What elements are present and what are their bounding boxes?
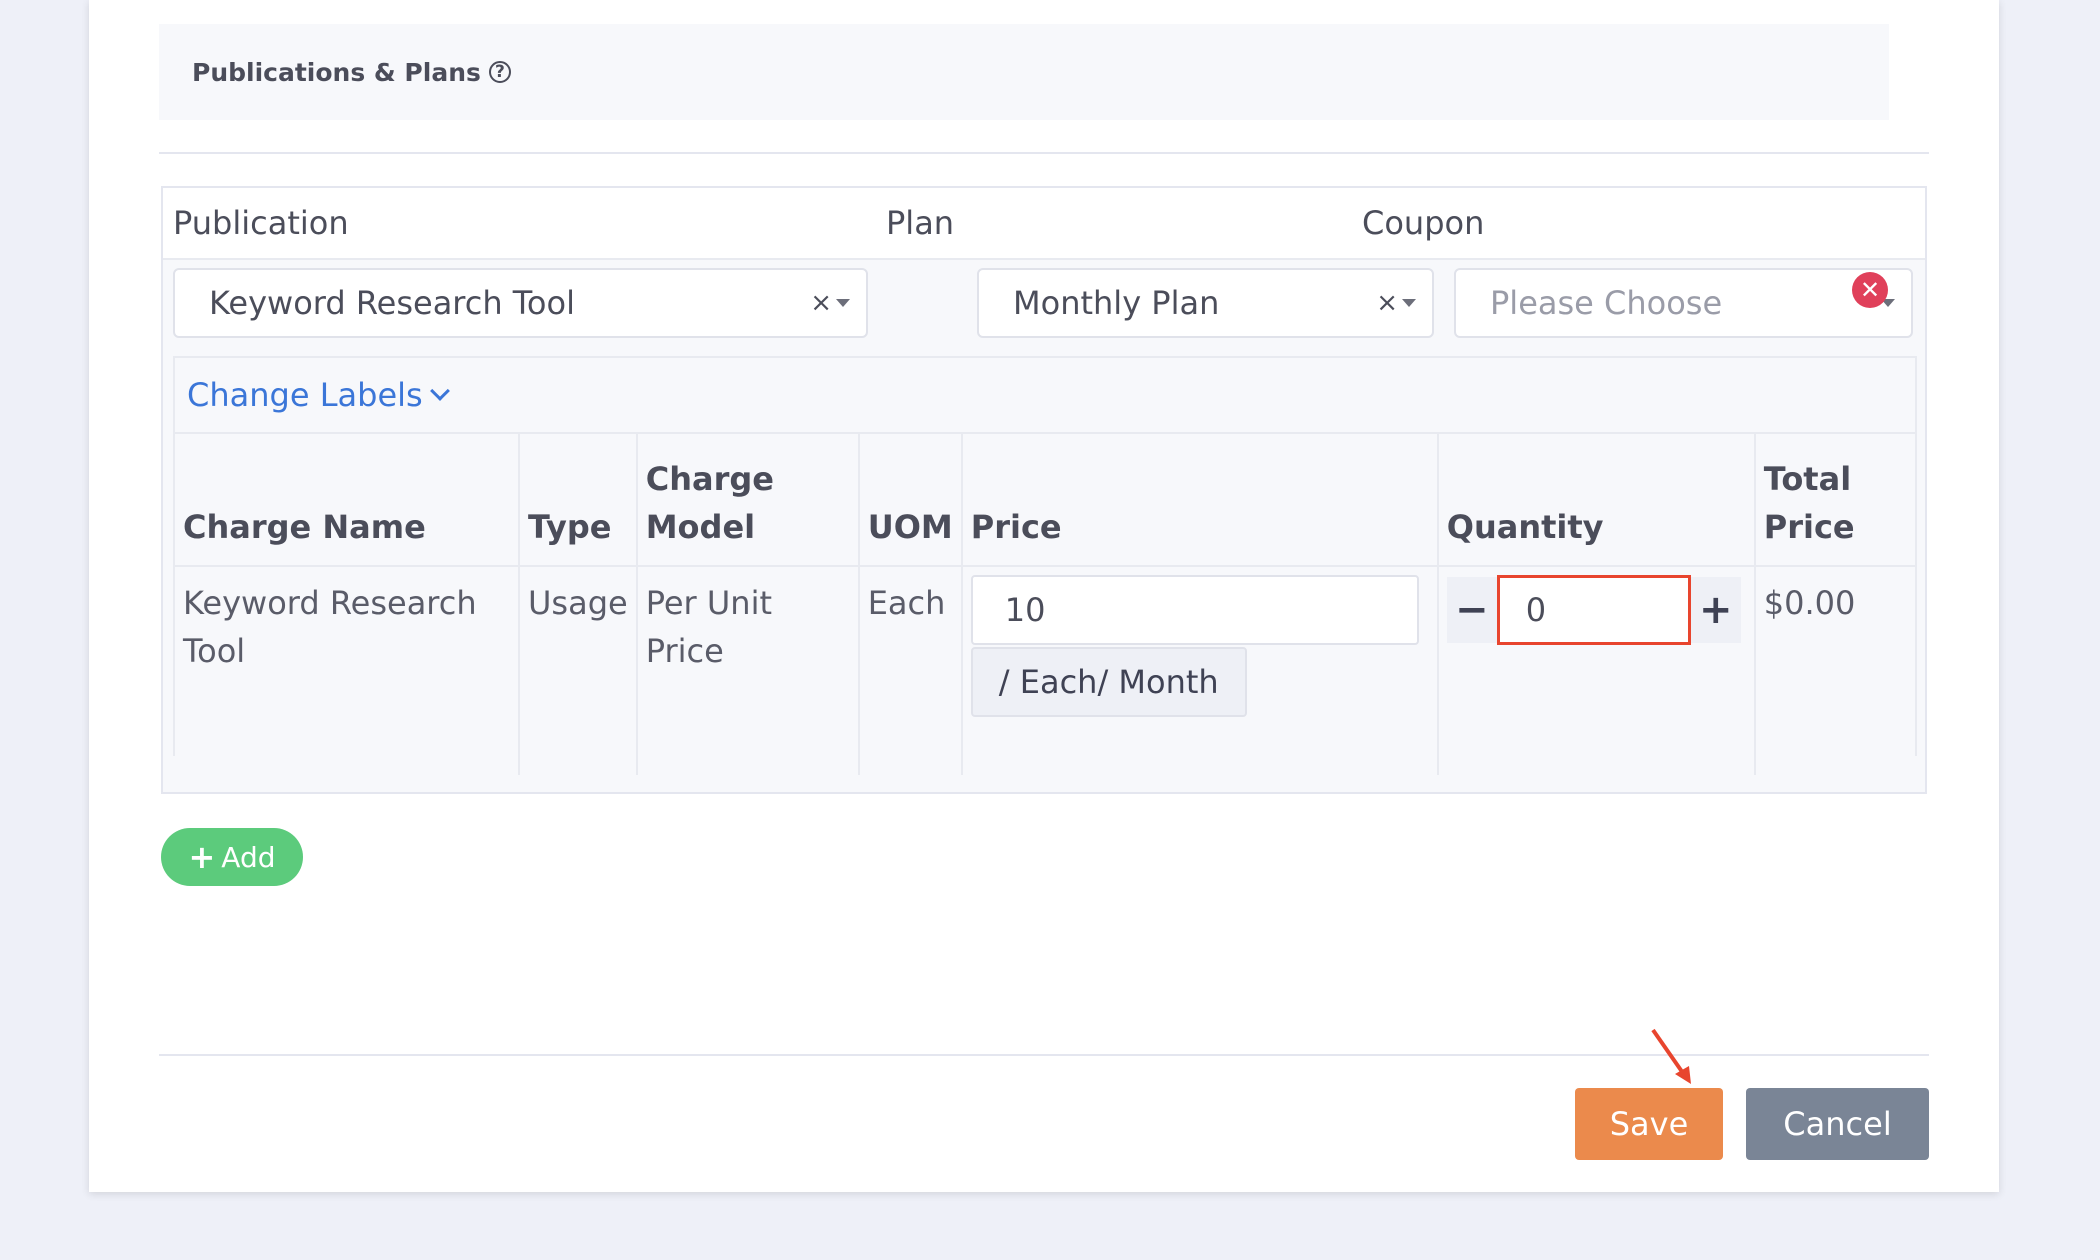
charge-name-cell: Keyword Research Tool	[175, 565, 519, 775]
chevron-down-icon	[429, 381, 450, 401]
charge-model-header: Charge Model	[635, 432, 859, 566]
quantity-cell: − 0 +	[1436, 565, 1755, 775]
publication-select-value: Keyword Research Tool	[209, 284, 575, 322]
uom-cell: Each	[857, 565, 962, 775]
plan-select-value: Monthly Plan	[1013, 284, 1220, 322]
coupon-select[interactable]: Please Choose	[1454, 268, 1913, 338]
price-header: Price	[960, 432, 1438, 566]
change-labels-text: Change Labels	[187, 376, 423, 414]
coupon-label: Coupon	[1362, 204, 1485, 242]
plan-clear-icon[interactable]: ×	[1376, 288, 1398, 318]
price-unit-label: / Each/ Month	[970, 647, 1247, 717]
remove-row-icon[interactable]: ✕	[1852, 272, 1888, 308]
cancel-button[interactable]: Cancel	[1746, 1088, 1929, 1160]
charges-box: Change Labels Charge Name Type Charge Mo…	[173, 356, 1917, 775]
save-button[interactable]: Save	[1575, 1088, 1723, 1160]
publication-label: Publication	[173, 204, 349, 242]
divider-top	[159, 152, 1929, 154]
publication-clear-icon[interactable]: ×	[810, 288, 832, 318]
add-button[interactable]: + Add	[161, 828, 303, 886]
minus-icon[interactable]: −	[1446, 577, 1497, 643]
uom-header: UOM	[857, 432, 962, 566]
quantity-input[interactable]: 0	[1496, 575, 1691, 645]
type-cell: Usage	[518, 565, 637, 775]
section-header: Publications & Plans ?	[159, 24, 1889, 120]
charge-name-header: Charge Name	[175, 432, 519, 566]
plus-icon[interactable]: +	[1690, 577, 1741, 643]
total-price-cell: $0.00	[1753, 565, 1915, 775]
charge-model-cell: Per Unit Price	[635, 565, 859, 775]
publication-select[interactable]: Keyword Research Tool ×	[173, 268, 868, 338]
change-labels-link[interactable]: Change Labels	[187, 376, 450, 414]
chevron-down-icon[interactable]	[1402, 299, 1416, 307]
pointer-arrow-icon	[1651, 1028, 1691, 1084]
plan-select[interactable]: Monthly Plan ×	[977, 268, 1434, 338]
section-title-text: Publications & Plans	[192, 57, 481, 87]
plus-icon: +	[188, 838, 216, 876]
add-button-label: Add	[221, 840, 276, 874]
table-row: Keyword Research Tool Usage Per Unit Pri…	[175, 565, 1915, 775]
publication-row-box: Publication Plan Coupon Keyword Research…	[161, 186, 1927, 794]
table-header-row: Charge Name Type Charge Model UOM Price …	[175, 432, 1915, 566]
type-header: Type	[518, 432, 637, 566]
chevron-down-icon[interactable]	[836, 299, 850, 307]
total-price-header: Total Price	[1753, 432, 1915, 566]
form-card: Publications & Plans ? Publication Plan …	[89, 0, 1999, 1192]
quantity-stepper: − 0 +	[1446, 575, 1746, 645]
section-title: Publications & Plans ?	[192, 58, 511, 87]
plan-label: Plan	[886, 204, 955, 242]
charges-table: Charge Name Type Charge Model UOM Price …	[175, 432, 1915, 775]
coupon-select-placeholder: Please Choose	[1490, 284, 1723, 322]
question-circle-icon[interactable]: ?	[488, 61, 511, 83]
price-cell: 10 / Each/ Month	[960, 565, 1438, 775]
price-input[interactable]: 10	[970, 575, 1419, 645]
publication-header-row: Publication Plan Coupon	[163, 188, 1925, 260]
quantity-header: Quantity	[1436, 432, 1755, 566]
